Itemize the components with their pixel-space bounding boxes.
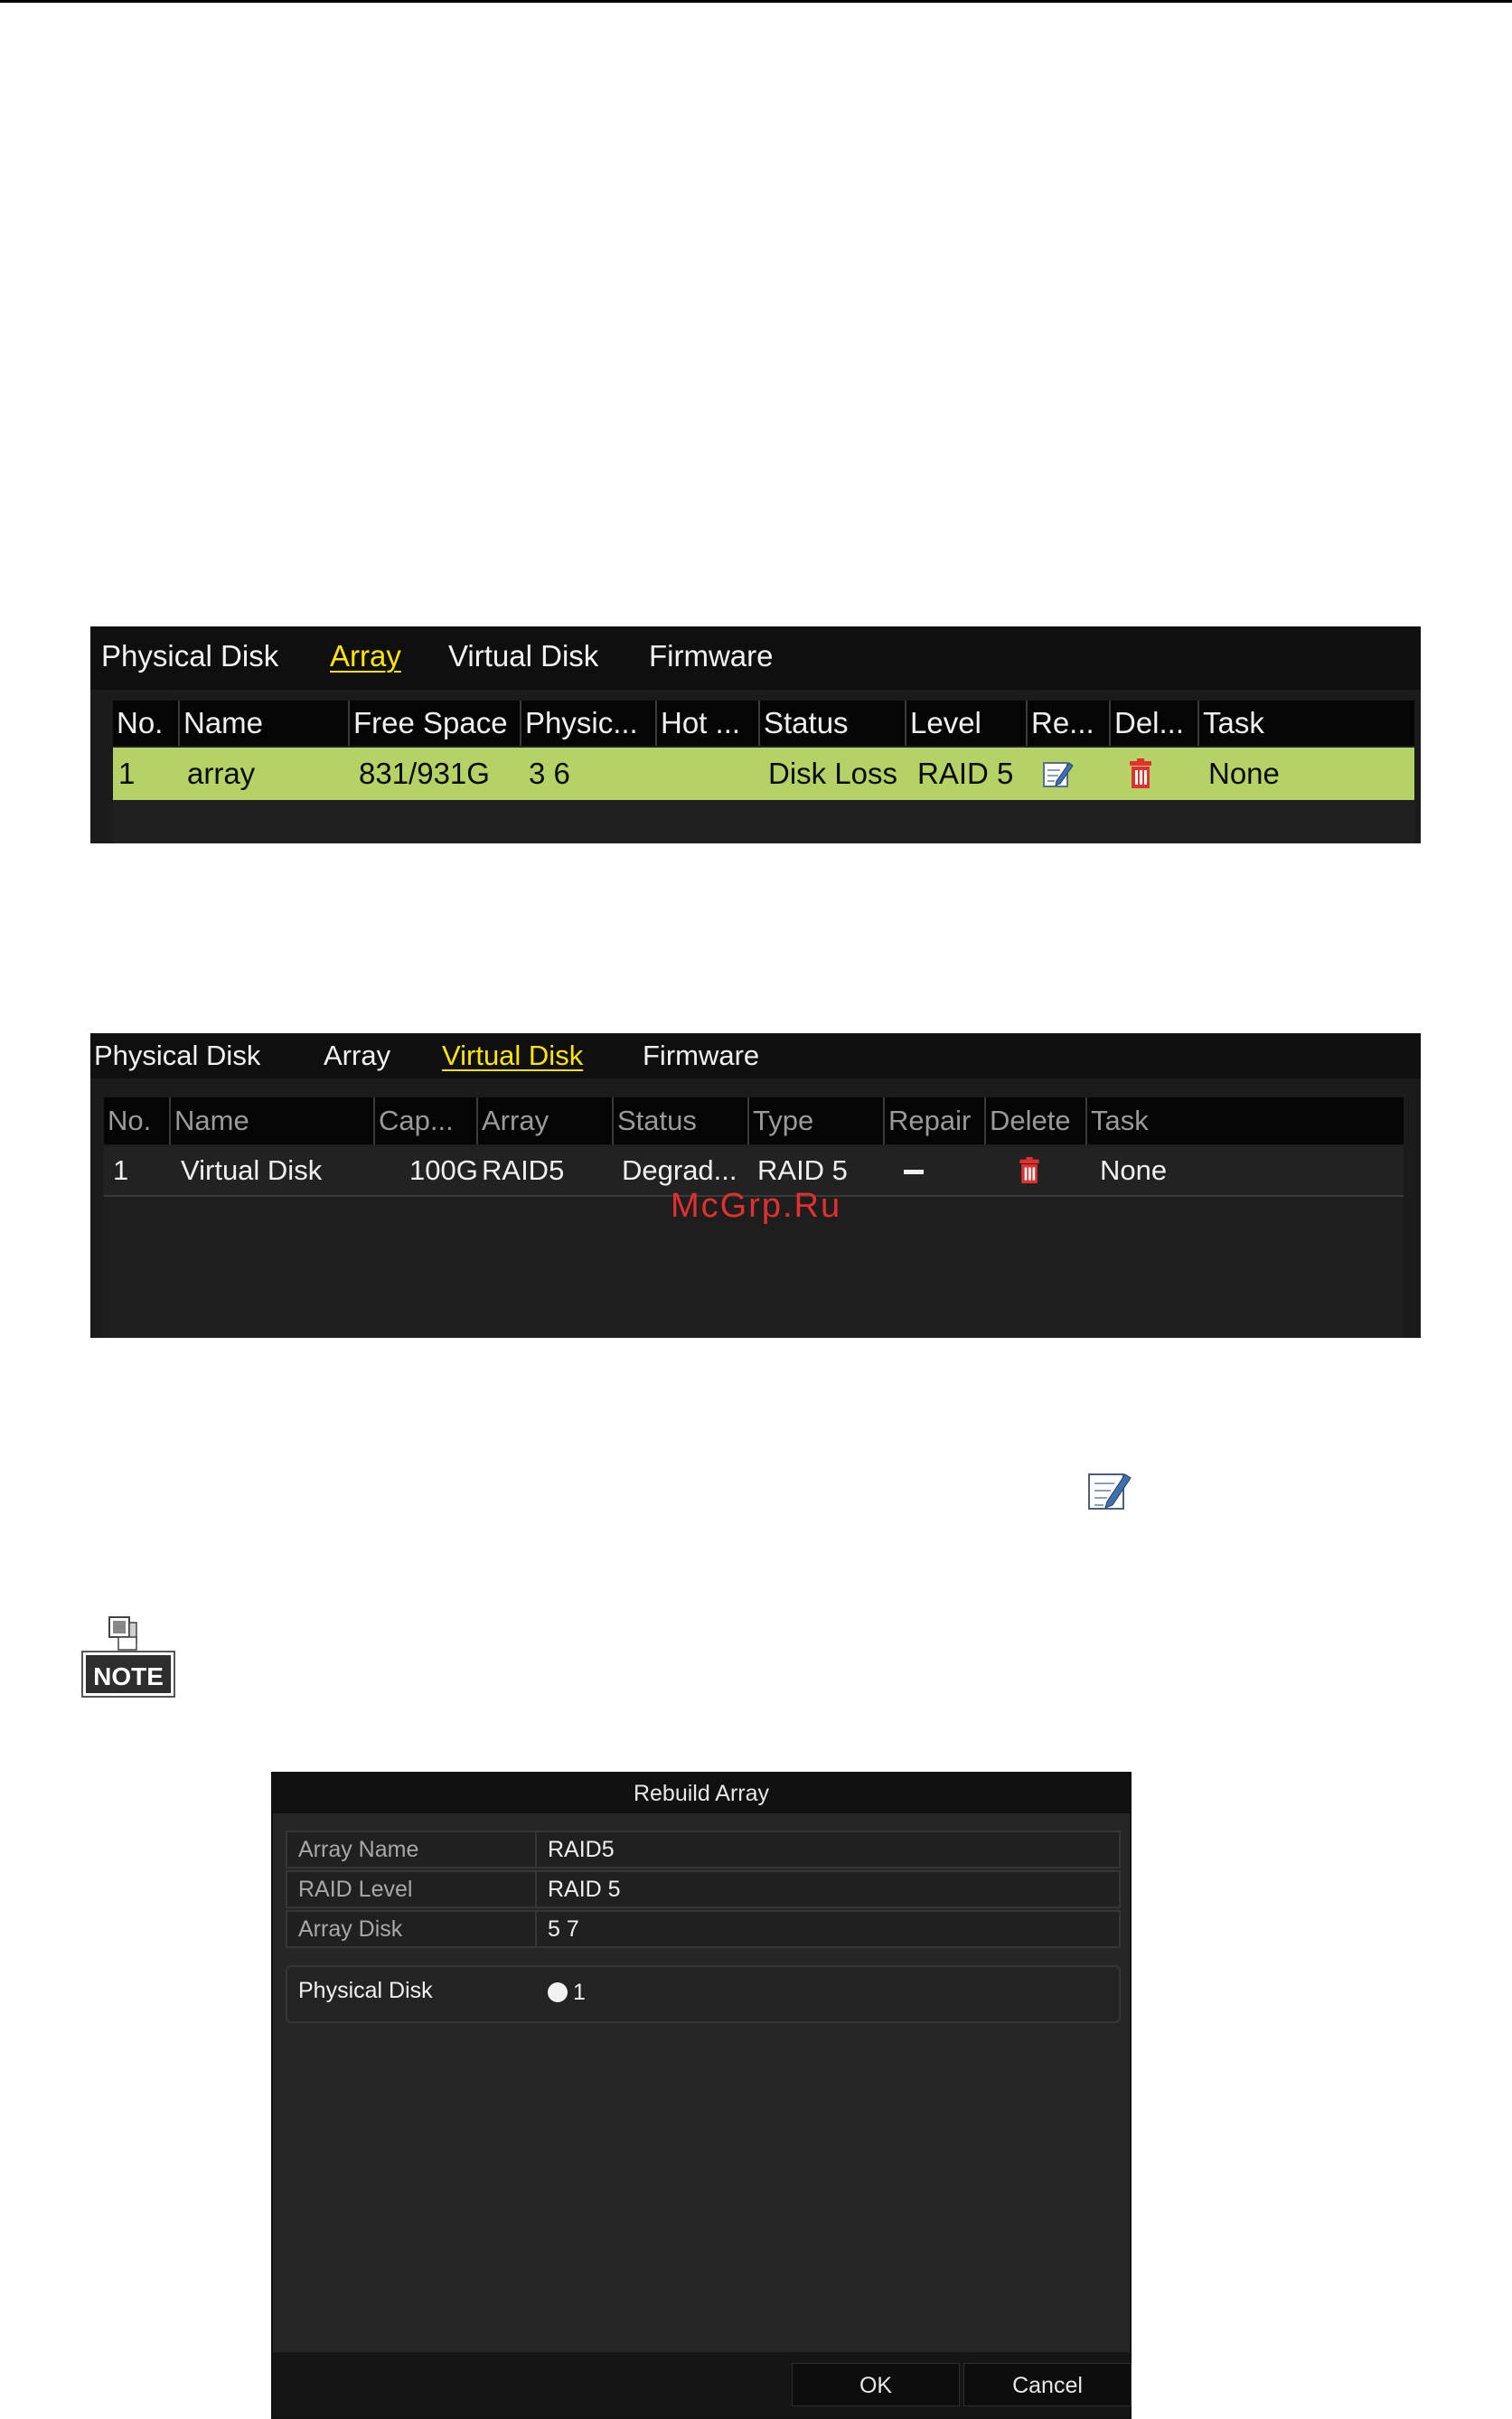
tab-bar: Physical Disk Array Virtual Disk Firmwar…: [90, 1033, 1421, 1078]
col-no[interactable]: No.: [113, 701, 178, 746]
col-physical[interactable]: Physic...: [521, 701, 655, 746]
tab-virtual-disk[interactable]: Virtual Disk: [442, 1040, 583, 1072]
field-raid-level: RAID Level RAID 5: [286, 1870, 1121, 1908]
field-label: Array Disk: [298, 1916, 403, 1942]
col-capacity[interactable]: Cap...: [375, 1097, 476, 1144]
field-array-name: Array Name RAID5: [286, 1831, 1121, 1868]
field-divider: [535, 1832, 537, 1867]
col-status[interactable]: Status: [760, 701, 905, 746]
physical-disk-option: 1: [573, 1980, 586, 2005]
physical-disk-label: Physical Disk: [298, 1978, 433, 2003]
table-header: No. Name Free Space Physic... Hot ... St…: [113, 701, 1414, 746]
tab-virtual-disk[interactable]: Virtual Disk: [448, 639, 598, 673]
row-name: Virtual Disk: [181, 1154, 323, 1186]
row-task: None: [1100, 1154, 1168, 1186]
delete-button[interactable]: [1125, 748, 1179, 800]
edit-icon: [1043, 762, 1074, 787]
col-rebuild[interactable]: Re...: [1028, 701, 1109, 746]
tab-physical-disk[interactable]: Physical Disk: [94, 1040, 260, 1072]
row-status: Disk Loss: [768, 757, 898, 790]
tab-array[interactable]: Array: [324, 1040, 390, 1072]
col-repair[interactable]: Repair: [885, 1097, 984, 1144]
row-task: None: [1208, 757, 1280, 790]
row-name: array: [187, 757, 256, 790]
dialog-footer: OK Cancel: [273, 2352, 1132, 2417]
col-type[interactable]: Type: [749, 1097, 883, 1144]
page-top-rule: [0, 0, 1512, 3]
row-capacity: 100G: [409, 1154, 478, 1186]
trash-icon: [1019, 1157, 1039, 1184]
tab-bar: Physical Disk Array Virtual Disk Firmwar…: [90, 626, 1421, 690]
tab-firmware[interactable]: Firmware: [649, 639, 774, 673]
col-task[interactable]: Task: [1087, 1097, 1395, 1144]
col-task[interactable]: Task: [1199, 701, 1407, 746]
field-value: RAID5: [548, 1837, 615, 1862]
delete-button[interactable]: [1016, 1146, 1061, 1195]
tab-physical-disk[interactable]: Physical Disk: [101, 639, 278, 673]
rebuild-array-dialog: Rebuild Array Array Name RAID5 RAID Leve…: [271, 1772, 1132, 2419]
col-delete[interactable]: Del...: [1111, 701, 1197, 746]
field-value: 5 7: [548, 1916, 579, 1942]
rebuild-button[interactable]: [1042, 748, 1096, 800]
note-label: NOTE: [93, 1662, 164, 1690]
row-hot: [664, 748, 755, 800]
col-no[interactable]: No.: [104, 1097, 169, 1144]
virtual-disk-panel: Physical Disk Array Virtual Disk Firmwar…: [90, 1033, 1421, 1338]
tab-array[interactable]: Array: [330, 639, 401, 673]
ok-button[interactable]: OK: [792, 2363, 960, 2406]
col-level[interactable]: Level: [906, 701, 1026, 746]
col-name[interactable]: Name: [180, 701, 348, 746]
trash-icon: [1130, 758, 1151, 788]
array-table: No. Name Free Space Physic... Hot ... St…: [113, 701, 1414, 843]
note-icon: NOTE: [81, 1616, 175, 1698]
field-label: Array Name: [298, 1837, 419, 1862]
col-status[interactable]: Status: [614, 1097, 747, 1144]
watermark: McGrp.Ru: [671, 1187, 842, 1225]
tab-firmware[interactable]: Firmware: [643, 1040, 759, 1072]
physical-disk-group: Physical Disk 1: [286, 1965, 1121, 2023]
col-array[interactable]: Array: [478, 1097, 612, 1144]
row-array: RAID5: [482, 1154, 565, 1186]
table-header: No. Name Cap... Array Status Type Repair…: [104, 1097, 1404, 1144]
col-free-space[interactable]: Free Space: [350, 701, 520, 746]
cancel-button[interactable]: Cancel: [963, 2363, 1132, 2406]
dash-icon: [904, 1170, 924, 1175]
row-no: 1: [118, 757, 136, 790]
row-no: 1: [113, 1154, 129, 1186]
field-divider: [535, 1912, 537, 1946]
field-array-disk: Array Disk 5 7: [286, 1910, 1121, 1948]
col-hot-spare[interactable]: Hot ...: [657, 701, 758, 746]
table-row[interactable]: 1 array 831/931G 3 6 Disk Loss RAID 5 No…: [113, 748, 1414, 800]
field-value: RAID 5: [548, 1877, 621, 1902]
row-level: RAID 5: [917, 757, 1014, 790]
dialog-title: Rebuild Array: [273, 1774, 1130, 1813]
col-name[interactable]: Name: [171, 1097, 373, 1144]
field-divider: [535, 1872, 537, 1906]
row-free-space: 831/931G: [359, 757, 490, 790]
radio-dot-icon: [548, 1982, 568, 2002]
field-label: RAID Level: [298, 1877, 413, 1902]
physical-disk-radio[interactable]: 1: [548, 1980, 586, 2006]
array-panel: Physical Disk Array Virtual Disk Firmwar…: [90, 626, 1421, 843]
row-physical: 3 6: [529, 757, 570, 790]
repair-button[interactable]: [904, 1146, 958, 1195]
col-delete[interactable]: Delete: [986, 1097, 1085, 1144]
edit-icon: [1088, 1473, 1132, 1510]
